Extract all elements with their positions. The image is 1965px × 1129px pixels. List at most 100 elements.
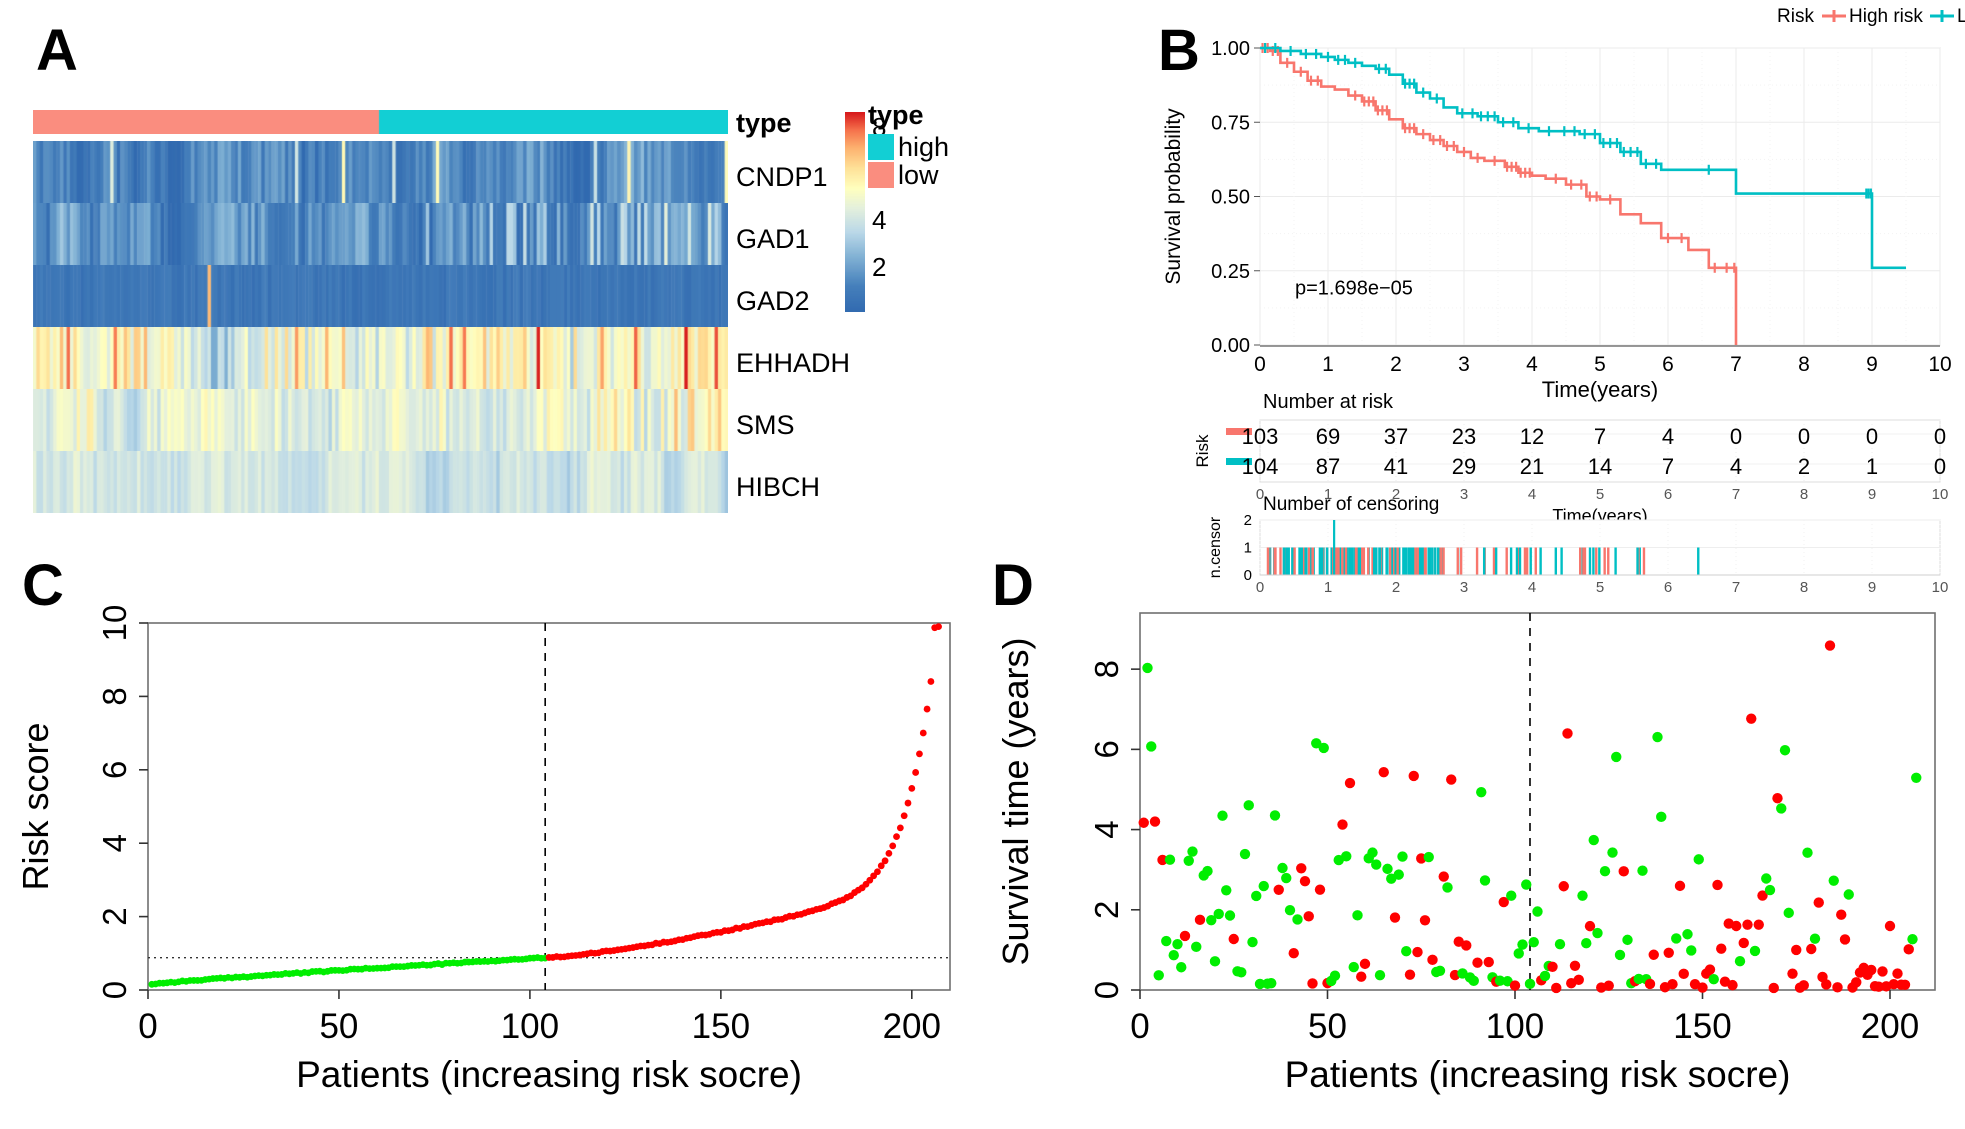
km-ytick-0.75: 0.75 (1211, 112, 1250, 134)
survtime-point (1776, 803, 1787, 814)
survtime-point (1389, 912, 1401, 923)
km-xtick-8: 8 (1798, 353, 1810, 376)
survtime-point (1551, 982, 1562, 994)
type-legend-label-low: low (898, 159, 939, 190)
survtime-point (1314, 884, 1326, 895)
survtime-point (1236, 967, 1247, 978)
survtime-ylabel: Survival time (years) (995, 637, 1036, 965)
survtime-point (1138, 817, 1149, 828)
survtime-point (1637, 865, 1648, 876)
risk-table-cell: 37 (1384, 424, 1408, 449)
survtime-point (1877, 966, 1888, 977)
colorbar-tick-2: 2 (872, 252, 887, 282)
survtime-point (1618, 866, 1629, 877)
panel-d-letter: D (992, 553, 1034, 618)
survival-time-plot-svg: 0 2 4 6 8 0 50 100 150 200 Survival time (years) Pa… (995, 612, 1936, 1095)
survtime-point (1419, 915, 1431, 926)
survtime-point (1734, 956, 1746, 967)
heatmap-row-cndp1 (33, 141, 728, 203)
survtime-point (1228, 933, 1239, 945)
risk-table-title: Number at risk (1263, 391, 1394, 413)
survtime-point (1303, 911, 1314, 922)
survtime-point (1622, 934, 1633, 946)
riskscore-point (900, 812, 908, 820)
km-legend-label-low: Low risk (1957, 6, 1965, 27)
survtime-point (1401, 946, 1412, 957)
km-pvalue-text: p=1.698e−05 (1295, 278, 1413, 300)
survtime-point (1296, 863, 1307, 874)
survtime-point (1367, 847, 1378, 858)
km-xtick-0: 0 (1254, 353, 1266, 376)
riskscore-xtick-0: 0 (138, 1007, 157, 1046)
type-legend: type high low (868, 100, 949, 190)
survtime-point (1577, 890, 1588, 901)
risk-table-cell: 23 (1452, 424, 1476, 449)
risk-table-cell: 0 (1730, 424, 1742, 449)
type-legend-item-high: high (868, 132, 949, 162)
survtime-point (1738, 937, 1749, 949)
survtime-point (1836, 909, 1847, 920)
survtime-point (1393, 869, 1404, 880)
risk-table-cell: 4 (1730, 454, 1742, 479)
type-legend-swatch-high (868, 134, 894, 160)
risk-table-cell: 0 (1866, 424, 1878, 449)
survtime-ytick-4: 4 (1088, 820, 1125, 838)
survtime-point (1468, 975, 1479, 987)
survtime-point (1693, 854, 1704, 865)
survtime-point (1213, 908, 1224, 920)
survtime-point (1288, 948, 1299, 959)
survtime-point (1446, 774, 1457, 785)
riskscore-xtick-50: 50 (319, 1007, 358, 1046)
riskscore-point (904, 799, 912, 807)
panel-c-letter: C (22, 553, 64, 618)
riskscore-ytick-8: 8 (96, 687, 133, 705)
survtime-xtick-200: 200 (1861, 1007, 1919, 1046)
survtime-point (1791, 944, 1802, 956)
survtime-point (1648, 949, 1659, 960)
survtime-point (1442, 882, 1453, 893)
km-xtick-10: 10 (1928, 353, 1951, 376)
panel-b-survival: B Risk High risk Low risk 1.00 0.75 0.50 0.25 0… (1140, 0, 1965, 600)
survtime-point (1142, 662, 1153, 674)
survtime-point (1359, 958, 1371, 970)
survtime-xtick-50: 50 (1308, 1007, 1347, 1046)
heatmap-label-sms: SMS (736, 410, 795, 440)
survtime-point (1164, 854, 1176, 865)
survtime-point (1172, 938, 1183, 950)
survtime-point (1603, 980, 1614, 991)
risk-table-xtick: 6 (1664, 486, 1672, 503)
survtime-point (1374, 970, 1386, 981)
survtime-point (1607, 847, 1618, 858)
survtime-point (1761, 873, 1772, 884)
heatmap-row-hibch (33, 451, 728, 513)
survtime-point (1412, 946, 1423, 958)
survtime-point (1506, 890, 1517, 901)
heatmap-label-ehhadh: EHHADH (736, 348, 851, 378)
riskscore-frame (147, 622, 951, 991)
heatmap-label-gad1: GAD1 (736, 224, 810, 254)
survtime-point (1708, 973, 1719, 985)
survtime-point (1371, 859, 1382, 870)
survival-plot-svg: Risk High risk Low risk 1.00 0.75 0.50 0.25 0.0… (1162, 6, 1965, 600)
survtime-point (1678, 968, 1689, 980)
survtime-point (1292, 914, 1303, 925)
survtime-point (1851, 977, 1862, 988)
survtime-point (1277, 862, 1288, 874)
survtime-point (1772, 793, 1783, 804)
km-ytick-0.50: 0.50 (1211, 187, 1250, 209)
survtime-point (1251, 890, 1262, 902)
heatmap-label-gad2: GAD2 (736, 286, 810, 316)
risk-table-xtick: 10 (1932, 486, 1949, 503)
survtime-point (1356, 971, 1367, 982)
risk-table-cell: 41 (1384, 454, 1408, 479)
survtime-point (1344, 777, 1356, 789)
heatmap-row-gad2 (33, 265, 728, 327)
survtime-point (1562, 728, 1573, 739)
risk-table-xtick: 5 (1596, 486, 1604, 503)
heatmap-row-gad1 (33, 203, 728, 265)
risk-table-cell: 1 (1866, 454, 1878, 479)
heatmap-annotation-label: type (736, 108, 792, 138)
risk-table-cell: 7 (1662, 454, 1674, 479)
survtime-point (1712, 879, 1723, 891)
riskscore-point (881, 857, 889, 865)
